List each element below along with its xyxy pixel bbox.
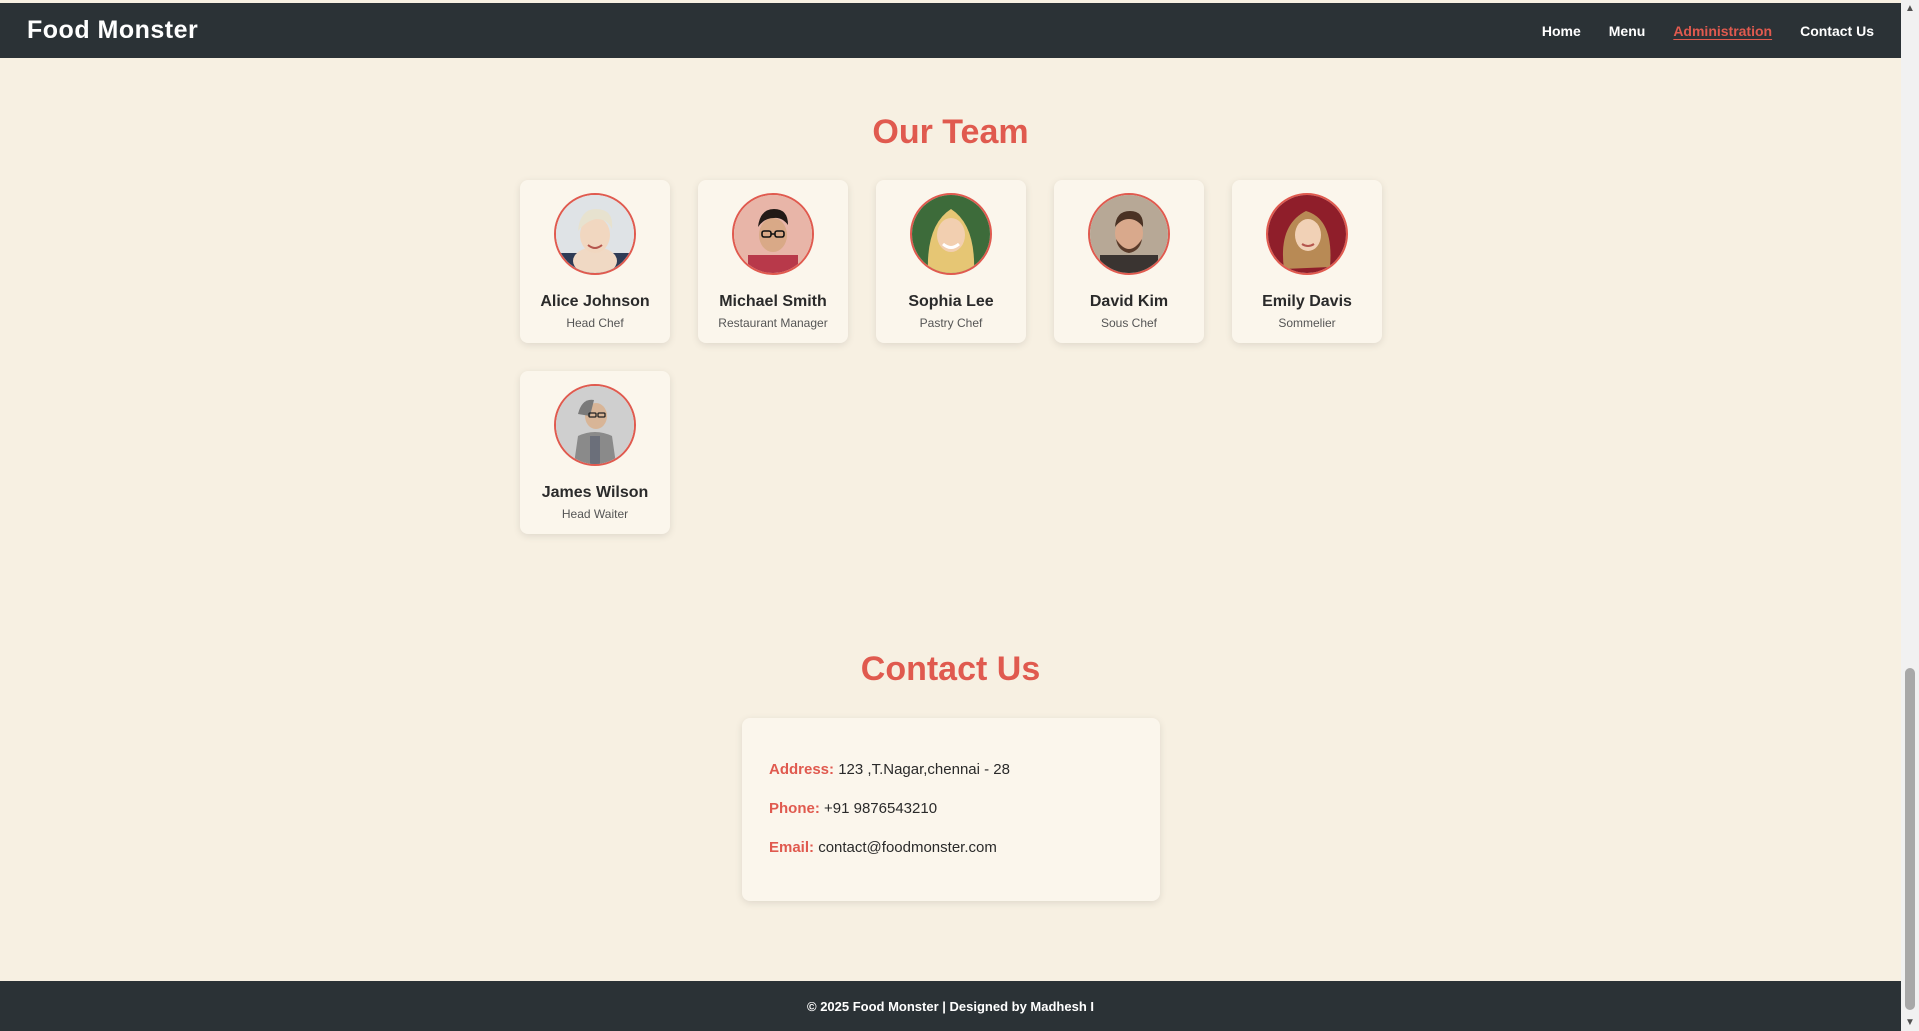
- member-role: Sommelier: [1278, 316, 1336, 330]
- member-role: Head Chef: [566, 316, 624, 330]
- vertical-scrollbar[interactable]: ▲ ▼: [1901, 0, 1919, 1031]
- contact-phone: Phone: +91 9876543210: [769, 800, 1133, 839]
- team-card: Emily Davis Sommelier: [1232, 180, 1382, 343]
- member-photo-michael: [732, 193, 814, 275]
- footer-copyright: © 2025 Food Monster | Designed by Madhes…: [807, 998, 1094, 1014]
- top-navbar: Food Monster Home Menu Administration Co…: [0, 3, 1901, 58]
- page: Food Monster Home Menu Administration Co…: [0, 0, 1901, 1031]
- main-nav: Home Menu Administration Contact Us: [1542, 23, 1874, 39]
- team-card: Sophia Lee Pastry Chef: [876, 180, 1026, 343]
- avatar-portrait-icon: [556, 386, 634, 464]
- page-footer: © 2025 Food Monster | Designed by Madhes…: [0, 981, 1901, 1031]
- member-name: Michael Smith: [719, 293, 827, 310]
- avatar-portrait-icon: [1268, 195, 1346, 273]
- avatar-portrait-icon: [734, 195, 812, 273]
- member-role: Sous Chef: [1100, 316, 1158, 330]
- member-photo-david: [1088, 193, 1170, 275]
- phone-value: +91 9876543210: [824, 800, 938, 817]
- member-role: Pastry Chef: [919, 316, 983, 330]
- phone-label: Phone:: [769, 800, 820, 817]
- contact-card: Address: 123 ,T.Nagar,chennai - 28 Phone…: [742, 718, 1160, 901]
- contact-section-title: Contact Us: [860, 650, 1041, 688]
- nav-contact-link[interactable]: Contact Us: [1800, 23, 1874, 39]
- member-role: Head Waiter: [561, 507, 629, 521]
- member-name: Emily Davis: [1262, 293, 1352, 310]
- nav-menu-link[interactable]: Menu: [1609, 23, 1646, 39]
- email-value: contact@foodmonster.com: [818, 839, 997, 856]
- team-card: James Wilson Head Waiter: [520, 371, 670, 534]
- team-section-title: Our Team: [872, 113, 1029, 151]
- brand-logo[interactable]: Food Monster: [27, 16, 198, 45]
- avatar-portrait-icon: [1090, 195, 1168, 273]
- nav-home-link[interactable]: Home: [1542, 23, 1581, 39]
- member-photo-sophia: [910, 193, 992, 275]
- member-name: Alice Johnson: [540, 293, 650, 310]
- member-role: Restaurant Manager: [718, 316, 828, 330]
- member-photo-james: [554, 384, 636, 466]
- avatar-portrait-icon: [912, 195, 990, 273]
- address-label: Address:: [769, 761, 835, 778]
- triangle-up-icon[interactable]: ▲: [1901, 0, 1919, 17]
- member-name: James Wilson: [541, 484, 649, 501]
- team-card: David Kim Sous Chef: [1054, 180, 1204, 343]
- team-card: Alice Johnson Head Chef: [520, 180, 670, 343]
- browser-viewport: Food Monster Home Menu Administration Co…: [0, 0, 1919, 1031]
- nav-administration-link[interactable]: Administration: [1673, 23, 1772, 39]
- team-grid: Alice Johnson Head Chef Michael Smith Re…: [520, 180, 1390, 534]
- member-photo-emily: [1266, 193, 1348, 275]
- contact-address: Address: 123 ,T.Nagar,chennai - 28: [769, 761, 1133, 800]
- scrollbar-thumb[interactable]: [1905, 668, 1915, 1010]
- member-name: David Kim: [1089, 293, 1169, 310]
- team-card: Michael Smith Restaurant Manager: [698, 180, 848, 343]
- contact-email: Email: contact@foodmonster.com: [769, 839, 1133, 878]
- triangle-down-icon[interactable]: ▼: [1901, 1014, 1919, 1031]
- email-label: Email:: [769, 839, 815, 856]
- member-name: Sophia Lee: [908, 293, 994, 310]
- member-photo-alice: [554, 193, 636, 275]
- address-value: 123 ,T.Nagar,chennai - 28: [838, 761, 1010, 778]
- avatar-portrait-icon: [556, 195, 634, 273]
